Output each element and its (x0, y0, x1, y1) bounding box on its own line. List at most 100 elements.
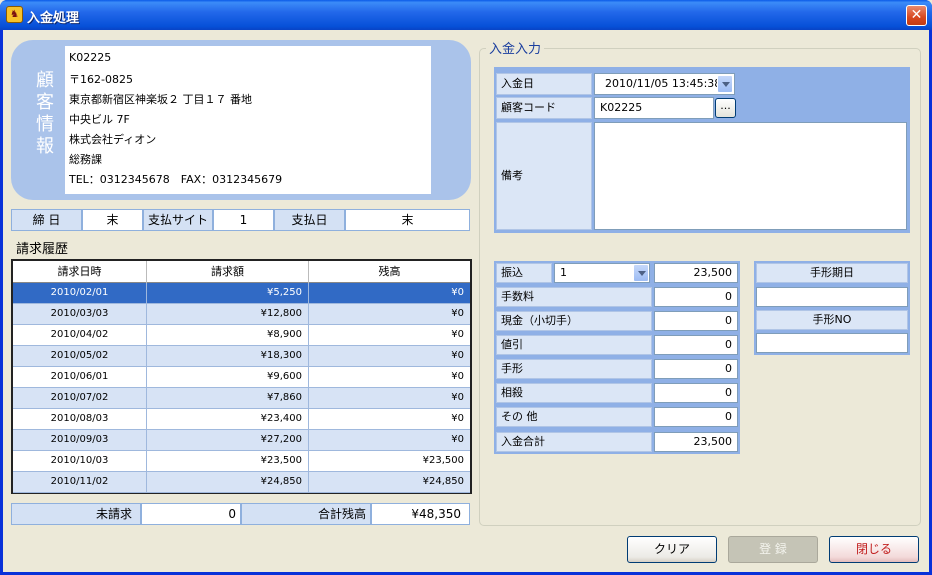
table-row[interactable]: 2010/10/03 ¥23,500 ¥23,500 (13, 451, 470, 472)
cell-date: 2010/08/03 (13, 409, 147, 429)
bill-due-date-label: 手形期日 (756, 263, 908, 283)
remarks-textarea[interactable] (594, 122, 907, 230)
payment-row-label: 相殺 (496, 383, 652, 403)
unbilled-label: 未請求 (11, 503, 141, 525)
cell-balance: ¥0 (451, 350, 464, 361)
total-balance-label: 合計残高 (241, 503, 371, 525)
app-icon: ♞ (6, 6, 23, 23)
table-row[interactable]: 2010/08/03 ¥23,400 ¥0 (13, 409, 470, 430)
client-area: 顧 客 情 報 K02225 〒162-0825 東京都新宿区神楽坂２ 丁目１７… (3, 30, 929, 572)
window-title: 入金処理 (27, 11, 80, 26)
cell-balance: ¥0 (451, 308, 464, 319)
cell-amount: ¥23,400 (147, 409, 309, 429)
cell-date: 2010/11/02 (13, 472, 147, 492)
cell-balance: ¥0 (451, 413, 464, 424)
close-day-label: 締 日 (11, 209, 82, 231)
payment-day-value: 末 (345, 209, 470, 231)
billing-history-title: 請求履歴 (16, 242, 69, 257)
cell-amount: ¥24,850 (147, 472, 309, 492)
cell-amount: ¥27,200 (147, 430, 309, 450)
payment-date-picker[interactable]: 2010/11/05 13:45:38 (594, 73, 735, 95)
cell-date: 2010/09/03 (13, 430, 147, 450)
payment-entry-title: 入金入力 (486, 38, 545, 57)
payment-row-label: 値引 (496, 335, 652, 355)
billing-history-table[interactable]: 請求日時 請求額 残高 2010/02/01 ¥5,250 ¥0 2010/03/03… (11, 259, 472, 494)
cell-balance: ¥0 (451, 371, 464, 382)
payment-row-input[interactable]: 0 (654, 335, 738, 355)
clear-button[interactable]: クリア (627, 536, 717, 563)
payment-total-label: 入金合計 (496, 432, 652, 452)
cell-amount: ¥9,600 (147, 367, 309, 387)
customer-code-input[interactable]: K02225 (594, 97, 714, 119)
customer-code-line: K02225 (69, 51, 112, 64)
bill-number-label: 手形NO (756, 310, 908, 330)
table-row[interactable]: 2010/04/02 ¥8,900 ¥0 (13, 325, 470, 346)
cell-amount: ¥7,860 (147, 388, 309, 408)
payment-row-input[interactable]: 0 (654, 383, 738, 403)
remarks-label: 備考 (496, 122, 592, 230)
table-row[interactable]: 2010/09/03 ¥27,200 ¥0 (13, 430, 470, 451)
cell-amount: ¥23,500 (147, 451, 309, 471)
cell-amount: ¥18,300 (147, 346, 309, 366)
cell-balance: ¥0 (451, 329, 464, 340)
customer-department-line: 総務課 (69, 153, 102, 166)
table-row[interactable]: 2010/02/01 ¥5,250 ¥0 (13, 283, 470, 304)
cell-date: 2010/03/03 (13, 304, 147, 324)
cell-amount: ¥12,800 (147, 304, 309, 324)
column-header-date[interactable]: 請求日時 (13, 261, 147, 283)
bill-due-date-input[interactable] (756, 287, 908, 307)
payment-day-label: 支払日 (274, 209, 345, 231)
table-row[interactable]: 2010/03/03 ¥12,800 ¥0 (13, 304, 470, 325)
payment-site-label: 支払サイト (143, 209, 213, 231)
bill-number-input[interactable] (756, 333, 908, 353)
table-row[interactable]: 2010/05/02 ¥18,300 ¥0 (13, 346, 470, 367)
cell-date: 2010/06/01 (13, 367, 147, 387)
cell-date: 2010/05/02 (13, 346, 147, 366)
customer-info-side-label: 顧 客 情 報 (36, 70, 54, 157)
close-window-button[interactable]: ✕ (906, 5, 927, 26)
cell-balance: ¥0 (451, 392, 464, 403)
payment-row-label: その 他 (496, 407, 652, 427)
transfer-dropdown-icon[interactable] (633, 264, 649, 282)
customer-company-line: 株式会社ディオン (69, 133, 157, 146)
table-row[interactable]: 2010/07/02 ¥7,860 ¥0 (13, 388, 470, 409)
register-button[interactable]: 登 録 (728, 536, 818, 563)
payment-row-input[interactable]: 0 (654, 311, 738, 331)
transfer-amount[interactable]: 23,500 (654, 263, 738, 283)
cell-balance: ¥24,850 (422, 476, 464, 487)
cell-date: 2010/07/02 (13, 388, 147, 408)
cell-balance: ¥0 (451, 434, 464, 445)
cell-balance: ¥23,500 (422, 455, 464, 466)
customer-building-line: 中央ビル 7F (69, 113, 130, 126)
column-header-balance[interactable]: 残高 (309, 261, 470, 283)
payment-row-input[interactable]: 0 (654, 359, 738, 379)
customer-zip-line: 〒162-0825 (69, 73, 133, 86)
unbilled-value: 0 (141, 503, 241, 525)
payment-row-label: 手数料 (496, 287, 652, 307)
cell-amount: ¥5,250 (147, 283, 309, 303)
customer-address-line: 東京都新宿区神楽坂２ 丁目１７ 番地 (69, 93, 252, 106)
customer-info-panel: 顧 客 情 報 K02225 〒162-0825 東京都新宿区神楽坂２ 丁目１７… (11, 40, 471, 200)
table-row[interactable]: 2010/11/02 ¥24,850 ¥24,850 (13, 472, 470, 493)
payment-row-input[interactable]: 0 (654, 287, 738, 307)
close-button[interactable]: 閉じる (829, 536, 919, 563)
payment-row-input[interactable]: 0 (654, 407, 738, 427)
window: ♞ 入金処理 ✕ 顧 客 情 報 K02225 〒162-0825 東京都新宿区… (0, 0, 932, 575)
cell-amount: ¥8,900 (147, 325, 309, 345)
customer-phone-line: TEL：0312345678 FAX：0312345679 (69, 173, 283, 186)
table-row[interactable]: 2010/06/01 ¥9,600 ¥0 (13, 367, 470, 388)
cell-balance: ¥0 (451, 287, 464, 298)
payment-row-label: 現金（小切手） (496, 311, 652, 331)
customer-browse-button[interactable]: ... (715, 98, 736, 118)
payment-total-value: 23,500 (654, 432, 738, 452)
cell-date: 2010/04/02 (13, 325, 147, 345)
cell-date: 2010/10/03 (13, 451, 147, 471)
payment-site-value: 1 (213, 209, 274, 231)
payment-row-label: 手形 (496, 359, 652, 379)
customer-code-label: 顧客コード (496, 97, 592, 119)
column-header-amount[interactable]: 請求額 (147, 261, 309, 283)
table-header: 請求日時 請求額 残高 (13, 261, 470, 283)
title-bar[interactable]: ♞ 入金処理 ✕ (0, 0, 932, 30)
date-dropdown-icon[interactable] (717, 75, 733, 93)
payment-date-label: 入金日 (496, 73, 592, 95)
